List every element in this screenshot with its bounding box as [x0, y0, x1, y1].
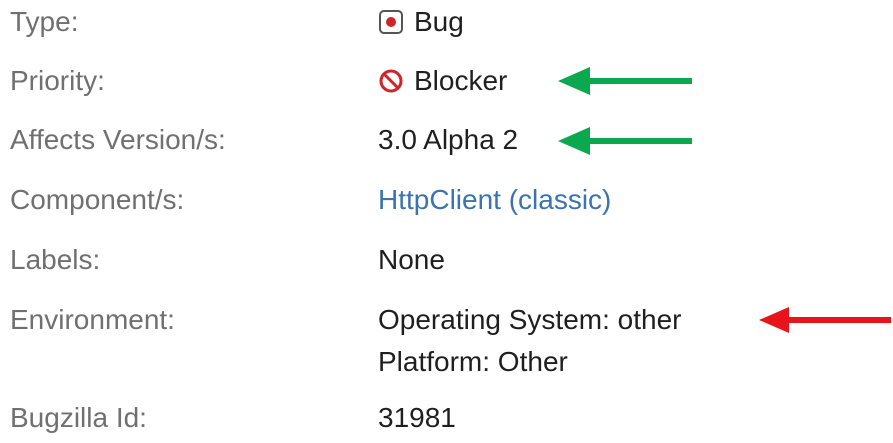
priority-value-text: Blocker	[414, 65, 508, 96]
field-row-priority: Priority: Blocker	[0, 61, 893, 101]
affects-version-label: Affects Version/s:	[10, 124, 226, 155]
field-row-components: Component/s: HttpClient (classic)	[0, 180, 893, 220]
type-value: Bug	[378, 2, 464, 42]
annotation-arrow-environment	[757, 304, 893, 336]
components-value: HttpClient (classic)	[378, 180, 611, 220]
environment-line-1: Operating System: other	[378, 304, 682, 335]
environment-value: Operating System: other Platform: Other	[378, 300, 681, 382]
affects-version-value: 3.0 Alpha 2	[378, 124, 519, 155]
type-label: Type:	[10, 6, 79, 37]
annotation-arrow-priority	[556, 64, 696, 98]
labels-value: None	[378, 244, 445, 275]
bugzilla-id-label: Bugzilla Id:	[10, 402, 147, 433]
environment-line-2: Platform: Other	[378, 346, 568, 377]
bugzilla-id-value: 31981	[378, 402, 456, 433]
environment-label: Environment:	[10, 304, 175, 335]
component-link[interactable]: HttpClient (classic)	[378, 180, 611, 220]
field-row-affects-version: Affects Version/s: 3.0 Alpha 2	[0, 120, 893, 160]
type-value-text: Bug	[414, 6, 464, 37]
priority-value: Blocker	[378, 61, 507, 101]
bug-icon	[378, 9, 404, 35]
blocker-icon	[378, 68, 404, 94]
field-row-labels: Labels: None	[0, 240, 893, 280]
labels-label: Labels:	[10, 244, 101, 275]
field-row-bugzilla-id: Bugzilla Id: 31981	[0, 398, 893, 438]
field-row-type: Type: Bug	[0, 2, 893, 42]
priority-label: Priority:	[10, 65, 105, 96]
annotation-arrow-version	[556, 124, 696, 158]
components-label: Component/s:	[10, 184, 185, 215]
